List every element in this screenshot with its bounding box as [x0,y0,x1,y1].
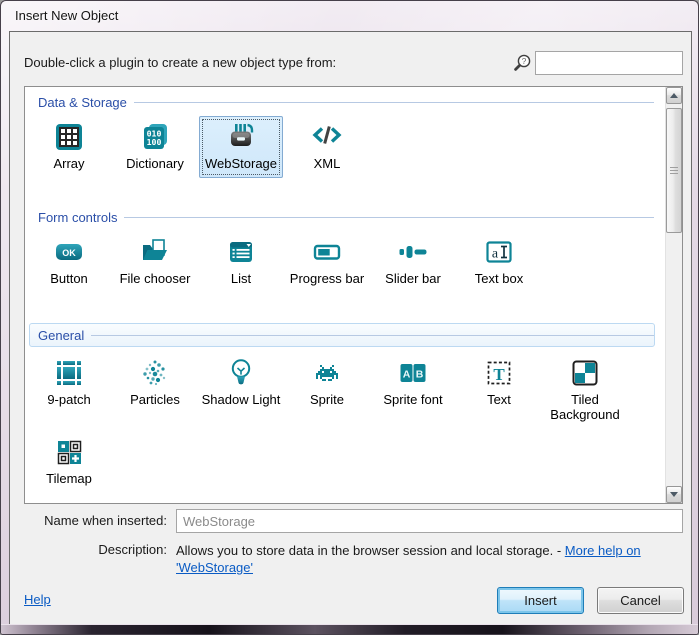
plugin-item-text-box[interactable]: a Text box [457,231,541,293]
plugin-item-label: Array [53,156,84,171]
plugin-item-label: Shadow Light [202,392,281,407]
plugin-item-xml[interactable]: XML [285,116,369,178]
text-box-icon: a [483,236,515,268]
file-chooser-icon [139,236,171,268]
category-label: Form controls [38,210,117,225]
plugin-item-slider-bar[interactable]: Slider bar [371,231,455,293]
plugin-item-array[interactable]: Array [27,116,111,178]
name-when-inserted-label: Name when inserted: [10,513,167,528]
button-icon: OK [53,236,85,268]
plugin-item-label: 9-patch [47,392,90,407]
svg-text:B: B [416,369,424,381]
window-title: Insert New Object [15,8,118,23]
cancel-button[interactable]: Cancel [597,587,684,614]
name-when-inserted-input[interactable] [176,509,683,533]
category-header-general: General [29,323,655,347]
scroll-down-button[interactable] [666,486,682,503]
svg-text:a: a [492,247,499,262]
category-items-form-controls: OKButton File chooser List Progress bar … [25,229,665,293]
category-rule [124,217,654,218]
plugin-item-file-chooser[interactable]: File chooser [113,231,197,293]
sprite-font-icon: A B [397,357,429,389]
particles-icon [139,357,171,389]
category-rule [91,335,654,336]
category-items-data-storage: Array 010 100 Dictionary WebStorage XML [25,114,665,178]
plugin-item-progress-bar[interactable]: Progress bar [285,231,369,293]
dialog-client-area: Double-click a plugin to create a new ob… [9,31,692,626]
plugin-item-label: Dictionary [126,156,184,171]
scroll-up-button[interactable] [666,87,682,104]
plugin-item-label: Slider bar [385,271,441,286]
svg-text:OK: OK [62,248,76,258]
plugin-item-9-patch[interactable]: 9-patch [27,352,111,429]
plugin-item-label: Text box [475,271,523,286]
plugin-item-sprite-font[interactable]: A B Sprite font [371,352,455,429]
plugin-item-label: Particles [130,392,180,407]
description-label: Description: [10,542,167,557]
plugin-item-button[interactable]: OK Button [27,231,111,293]
plugin-item-particles[interactable]: Particles [113,352,197,429]
plugin-list: Data & Storage Array 010 100 Dictionary W… [24,86,683,504]
svg-text:?: ? [522,56,527,66]
plugin-item-label: WebStorage [205,156,277,171]
plugin-item-label: List [231,271,251,286]
plugin-item-text[interactable]: T Text [457,352,541,429]
insert-button[interactable]: Insert [497,587,584,614]
instruction-text: Double-click a plugin to create a new ob… [24,55,336,70]
progress-bar-icon [311,236,343,268]
category-label: Data & Storage [38,95,127,110]
plugin-item-label: Tiled Background [544,392,626,422]
list-icon [225,236,257,268]
tiled-background-icon [569,357,601,389]
plugin-item-label: Sprite font [383,392,442,407]
plugin-item-list[interactable]: List [199,231,283,293]
svg-text:A: A [403,369,411,381]
svg-text:T: T [493,365,505,384]
category-header-form-controls: Form controls [29,208,655,226]
scroll-up-icon [670,93,678,98]
plugin-item-label: XML [314,156,341,171]
plugin-item-label: Button [50,271,88,286]
tilemap-icon [53,436,85,468]
plugin-item-tiled-background[interactable]: Tiled Background [543,352,627,429]
scroll-down-icon [670,492,678,497]
scrollbar-thumb[interactable] [666,108,682,233]
plugin-item-label: Tilemap [46,471,92,486]
plugin-item-label: File chooser [120,271,191,286]
nine-patch-icon [53,357,85,389]
help-link[interactable]: Help [24,592,51,607]
text-icon: T [483,357,515,389]
sprite-icon [311,357,343,389]
description-body: Allows you to store data in the browser … [176,543,561,558]
shadow-light-icon [225,357,257,389]
category-header-data-storage: Data & Storage [29,93,655,111]
insert-new-object-dialog: Insert New Object Double-click a plugin … [0,0,699,635]
plugin-item-label: Text [487,392,511,407]
slider-bar-icon [397,236,429,268]
plugin-item-label: Sprite [310,392,344,407]
plugin-item-shadow-light[interactable]: Shadow Light [199,352,283,429]
plugin-list-content: Data & Storage Array 010 100 Dictionary W… [25,87,665,503]
plugin-item-sprite[interactable]: Sprite [285,352,369,429]
plugin-item-tilemap[interactable]: Tilemap [27,431,111,493]
window-bottom-frame [1,624,698,634]
plugin-item-webstorage[interactable]: WebStorage [199,116,283,178]
search-input[interactable] [535,51,683,75]
category-items-general: 9-patchParticles Shadow LightSprite A BS… [25,350,665,493]
description-text: Allows you to store data in the browser … [176,542,674,576]
xml-icon [311,121,343,153]
plugin-item-label: Progress bar [290,271,364,286]
category-label: General [38,328,84,343]
plugin-list-scrollbar[interactable] [665,87,682,503]
webstorage-icon [225,121,257,153]
svg-text:100: 100 [147,137,162,147]
title-bar[interactable]: Insert New Object [1,1,698,31]
search-icon: ? [511,52,533,74]
plugin-item-dictionary[interactable]: 010 100 Dictionary [113,116,197,178]
array-icon [53,121,85,153]
category-rule [134,102,654,103]
dictionary-icon: 010 100 [139,121,171,153]
